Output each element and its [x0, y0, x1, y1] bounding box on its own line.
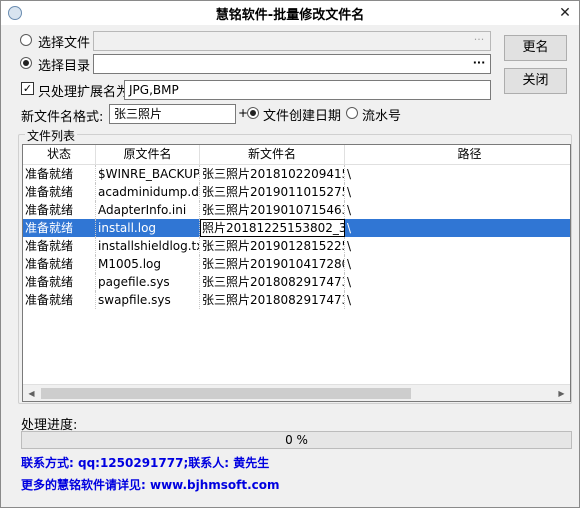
scroll-thumb[interactable] [41, 388, 411, 399]
cell-path: \ [345, 183, 570, 201]
scroll-right-icon[interactable]: ▶ [553, 385, 570, 401]
cell-new-name: 张三照片20180829174736_7 [200, 291, 345, 309]
cell-new-name: 张三照片20190104172806_5 [200, 255, 345, 273]
horizontal-scrollbar[interactable]: ◀ ▶ [23, 384, 570, 401]
column-header-new[interactable]: 新文件名 [200, 145, 345, 165]
cell-new-name: 张三照片20181022094156_0 [200, 165, 345, 183]
cell-new-name: 张三照片20190128152252_4 [200, 237, 345, 255]
browse-dir-icon[interactable]: ··· [470, 57, 488, 71]
table-row[interactable]: 准备就绪swapfile.sys张三照片20180829174736_7\ [23, 291, 570, 309]
scroll-left-icon[interactable]: ◀ [23, 385, 40, 401]
cell-new-name: 张三照片20190110152752_1 [200, 183, 345, 201]
progress-text: 0 % [285, 433, 308, 447]
file-list-group-label: 文件列表 [25, 127, 78, 144]
cell-path: \ [345, 219, 570, 237]
cell-path: \ [345, 165, 570, 183]
browse-file-icon: ··· [473, 33, 485, 46]
cell-new-name: 照片20181225153802_3.log [200, 219, 345, 237]
column-header-path[interactable]: 路径 [345, 145, 570, 165]
select-dir-input[interactable]: ··· [93, 54, 491, 74]
cell-original-name: AdapterInfo.ini [96, 201, 200, 219]
cell-status: 准备就绪 [23, 255, 96, 273]
rename-button[interactable]: 更名 [504, 35, 567, 61]
contact-text: 联系方式: qq:1250291777;联系人: 黄先生 [21, 456, 270, 470]
cell-original-name: installshieldlog.txt [98, 237, 200, 255]
cell-new-name: 张三照片20180829174734_6 [200, 273, 345, 291]
cell-path: \ [345, 291, 570, 309]
extension-filter-input[interactable]: JPG,BMP [124, 80, 491, 100]
cell-original-name: pagefile.sys [96, 273, 200, 291]
table-row[interactable]: 准备就绪pagefile.sys张三照片20180829174734_6\ [23, 273, 570, 291]
table-row[interactable]: 准备就绪install.log照片20181225153802_3.log\ [23, 219, 570, 237]
format-input[interactable]: 张三照片 [109, 104, 236, 124]
window-title: 慧铭软件-批量修改文件名 [215, 8, 365, 23]
close-button[interactable]: 关闭 [504, 68, 567, 94]
cell-path: \ [345, 237, 570, 255]
cell-original-name: $WINRE_BACKUP_PARTITION.MARKER [98, 165, 200, 183]
file-list[interactable]: 状态 原文件名 新文件名 路径 准备就绪$WINRE_BACKUP_PARTIT… [22, 144, 571, 402]
format-label: 新文件名格式: [21, 110, 104, 125]
cell-status: 准备就绪 [23, 201, 96, 219]
cell-status: 准备就绪 [23, 291, 96, 309]
table-row[interactable]: 准备就绪AdapterInfo.ini张三照片20190107154632_2\ [23, 201, 570, 219]
cell-path: \ [345, 255, 570, 273]
table-row[interactable]: 准备就绪$WINRE_BACKUP_PARTITION.MARKER张三照片20… [23, 165, 570, 183]
option-date-radio[interactable] [247, 107, 259, 119]
option-date-label: 文件创建日期 [263, 109, 342, 124]
website-link[interactable]: 更多的慧铭软件请详见: www.bjhmsoft.com [21, 476, 280, 493]
close-window-icon[interactable]: ✕ [551, 1, 579, 25]
progress-bar: 0 % [21, 431, 572, 449]
table-row[interactable]: 准备就绪acadminidump.dmp张三照片20190110152752_1… [23, 183, 570, 201]
extension-filter-label: 只处理扩展名为 [38, 85, 130, 100]
cell-original-name: acadminidump.dmp [98, 183, 200, 201]
cell-original-name: swapfile.sys [96, 291, 200, 309]
select-file-label: 选择文件 [38, 36, 91, 51]
table-row[interactable]: 准备就绪 installshieldlog.txt 张三照片201901281522… [23, 237, 570, 255]
extension-filter-checkbox[interactable]: ✓ [21, 82, 34, 95]
cell-path: \ [345, 201, 570, 219]
main-window: 慧铭软件-批量修改文件名 ✕ 选择文件 ··· 选择目录 ··· ✓ 只处理扩展… [0, 0, 580, 508]
select-dir-label: 选择目录 [38, 59, 91, 74]
cell-new-name: 张三照片20190107154632_2 [200, 201, 345, 219]
cell-status: 准备就绪 [23, 165, 96, 183]
cell-status: 准备就绪 [23, 237, 96, 255]
cell-status: 准备就绪 [23, 183, 96, 201]
column-header-status[interactable]: 状态 [23, 145, 96, 165]
column-header-original[interactable]: 原文件名 [96, 145, 200, 165]
cell-original-name: install.log [96, 219, 200, 237]
cell-status: 准备就绪 [23, 273, 96, 291]
select-file-input: ··· [93, 31, 491, 51]
cell-original-name: M1005.log [96, 255, 200, 273]
title-bar[interactable]: 慧铭软件-批量修改文件名 ✕ [1, 1, 579, 25]
select-dir-radio[interactable] [20, 57, 32, 69]
cell-path: \ [345, 273, 570, 291]
cell-status: 准备就绪 [23, 219, 96, 237]
option-serial-label: 流水号 [362, 109, 402, 124]
select-file-radio[interactable] [20, 34, 32, 46]
option-serial-radio[interactable] [346, 107, 358, 119]
table-row[interactable]: 准备就绪M1005.log张三照片20190104172806_5\ [23, 255, 570, 273]
